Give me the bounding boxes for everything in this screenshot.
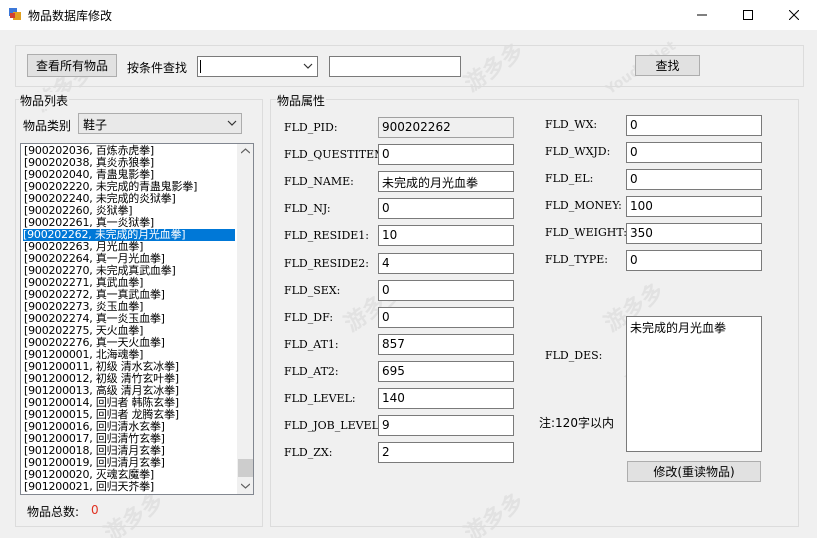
field-input[interactable]: 350: [626, 223, 762, 244]
app-icon: [9, 8, 21, 20]
modify-button[interactable]: 修改(重读物品): [627, 461, 761, 482]
list-scrollbar[interactable]: [237, 144, 253, 494]
field-input[interactable]: 0: [378, 198, 514, 219]
title-bar: 物品数据库修改: [0, 0, 817, 30]
condition-select[interactable]: [197, 56, 318, 77]
scroll-up-icon[interactable]: [241, 148, 250, 154]
scroll-down-icon[interactable]: [241, 483, 250, 489]
close-button[interactable]: [771, 0, 817, 30]
close-icon: [789, 10, 799, 20]
field-label: FLD_MONEY:: [545, 199, 622, 212]
scroll-thumb[interactable]: [238, 459, 253, 477]
field-label: FLD_PID:: [284, 121, 338, 134]
field-input[interactable]: 10: [378, 225, 514, 246]
des-textarea[interactable]: 未完成的月光血拳: [626, 316, 762, 452]
field-label: FLD_EL:: [545, 172, 594, 185]
category-label: 物品类别: [23, 119, 72, 133]
field-label-des: FLD_DES:: [545, 349, 603, 362]
field-label: FLD_TYPE:: [545, 253, 608, 266]
field-input[interactable]: 2: [378, 442, 514, 463]
list-item[interactable]: [901200021, 回归天芥拳]: [24, 481, 154, 493]
item-total-value: 0: [91, 503, 99, 517]
minimize-icon: [697, 14, 707, 16]
field-input[interactable]: 0: [626, 169, 762, 190]
field-input[interactable]: 4: [378, 253, 514, 274]
field-input[interactable]: 0: [378, 144, 514, 165]
window-title: 物品数据库修改: [28, 9, 113, 23]
chevron-down-icon: [227, 120, 237, 126]
field-label: FLD_DF:: [284, 311, 334, 324]
field-input[interactable]: 0: [626, 142, 762, 163]
field-input[interactable]: 100: [626, 196, 762, 217]
item-listbox[interactable]: [900202036, 百炼赤虎拳] [900202038, 真炎赤狼拳] [900…: [20, 143, 254, 495]
item-list-title: 物品列表: [19, 92, 70, 109]
category-select-value: 鞋子: [83, 118, 108, 132]
field-input[interactable]: 857: [378, 334, 514, 355]
maximize-icon: [743, 10, 753, 20]
field-label: FLD_AT1:: [284, 338, 339, 351]
field-label: FLD_RESIDE2:: [284, 257, 370, 270]
field-label: FLD_LEVEL:: [284, 392, 356, 405]
field-input[interactable]: 9: [378, 415, 514, 436]
field-input[interactable]: 140: [378, 388, 514, 409]
minimize-button[interactable]: [679, 0, 725, 30]
field-label: FLD_AT2:: [284, 365, 339, 378]
maximize-button[interactable]: [725, 0, 771, 30]
field-label: FLD_QUESTITEM:: [284, 148, 390, 161]
field-label: FLD_NJ:: [284, 202, 331, 215]
text-cursor: [200, 60, 201, 73]
field-input[interactable]: 未完成的月光血拳: [378, 171, 514, 192]
search-input[interactable]: [329, 56, 461, 77]
field-input[interactable]: 695: [378, 361, 514, 382]
field-input[interactable]: 0: [378, 307, 514, 328]
category-select[interactable]: 鞋子: [78, 113, 242, 134]
field-label: FLD_ZX:: [284, 446, 333, 459]
des-note: 注:120字以内: [539, 416, 614, 430]
field-label: FLD_RESIDE1:: [284, 229, 370, 242]
chevron-down-icon: [303, 63, 313, 69]
search-button[interactable]: 查找: [635, 55, 700, 76]
field-input[interactable]: 900202262: [378, 117, 514, 138]
field-label: FLD_WX:: [545, 118, 598, 131]
condition-label: 按条件查找: [127, 61, 188, 75]
field-label: FLD_SEX:: [284, 284, 341, 297]
field-label: FLD_WEIGHT:: [545, 226, 627, 239]
field-label: FLD_NAME:: [284, 175, 354, 188]
view-all-items-button[interactable]: 查看所有物品: [27, 54, 117, 77]
field-input[interactable]: 0: [626, 115, 762, 136]
field-input[interactable]: 0: [378, 280, 514, 301]
item-total-label: 物品总数:: [27, 505, 80, 519]
field-label: FLD_WXJD:: [545, 145, 611, 158]
attributes-title: 物品属性: [276, 92, 327, 109]
field-label: FLD_JOB_LEVEL:: [284, 419, 383, 432]
field-input[interactable]: 0: [626, 250, 762, 271]
